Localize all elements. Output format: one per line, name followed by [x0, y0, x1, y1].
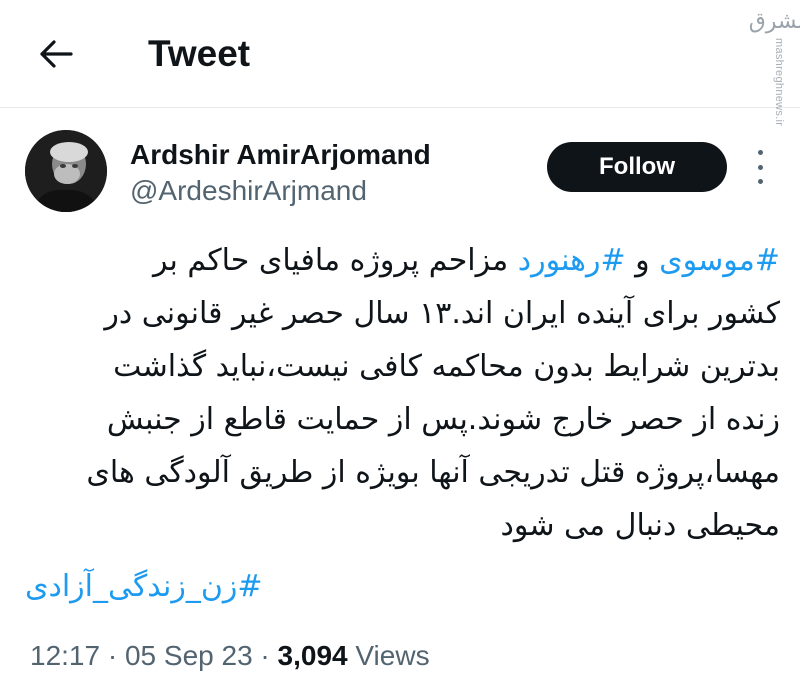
dot	[757, 164, 763, 170]
views-label: Views	[347, 640, 430, 671]
avatar[interactable]	[25, 130, 107, 212]
hashtag-link[interactable]: #موسوی	[659, 243, 780, 278]
tweet-text-fragment: مزاحم پروژه مافیای حاکم بر	[152, 243, 518, 278]
tweet-text: #موسوی و #رهنورد مزاحم پروژه مافیای حاکم…	[40, 234, 780, 552]
tweet-meta: 12:17 · 05 Sep 23 · 3,094 Views	[30, 638, 430, 674]
tweet-line: بدترین شرایط بدون محاکمه کافی نیست،نباید…	[113, 349, 780, 384]
tweet-line: محیطی دنبال می شود	[500, 508, 780, 543]
watermark-logo: مشرق	[748, 9, 800, 34]
separator: ·	[100, 640, 125, 671]
dot	[757, 179, 763, 184]
tweet-line: کشور برای آینده ایران اند.۱۳ سال حصر غیر…	[104, 296, 780, 331]
tweet-time[interactable]: 12:17	[30, 640, 100, 671]
page-title: Tweet	[148, 33, 251, 74]
author-handle[interactable]: @ArdeshirArjmand	[130, 175, 367, 207]
author-name[interactable]: Ardshir AmirArjomand	[130, 139, 431, 171]
hashtag-link[interactable]: #زن_زندگی_آزادی	[25, 562, 285, 612]
watermark: مشرق mashreghnews.ir	[749, 10, 800, 127]
watermark-url: mashreghnews.ir	[773, 38, 785, 127]
tweet-date[interactable]: 05 Sep 23	[125, 640, 253, 671]
tweet-line: #موسوی و #رهنورد مزاحم پروژه مافیای حاکم…	[40, 234, 780, 287]
tweet-line: مهسا،پروژه قتل تدریجی آنها بویژه از طریق…	[86, 455, 780, 490]
avatar-photo	[25, 130, 107, 212]
tweet-line: زنده از حصر خارج شوند.پس از حمایت قاطع ا…	[106, 402, 780, 437]
back-button[interactable]	[32, 30, 80, 78]
dot	[757, 150, 763, 155]
tweet-text-fragment: و	[625, 243, 660, 278]
more-options-icon[interactable]	[745, 150, 775, 184]
top-bar: Tweet مشرق mashreghnews.ir	[0, 0, 800, 126]
separator: ·	[252, 640, 278, 671]
hashtag-link[interactable]: #رهنورد	[518, 243, 626, 278]
arrow-left-icon	[40, 40, 73, 68]
views-count: 3,094	[277, 640, 348, 671]
follow-button[interactable]: Follow	[547, 142, 727, 192]
